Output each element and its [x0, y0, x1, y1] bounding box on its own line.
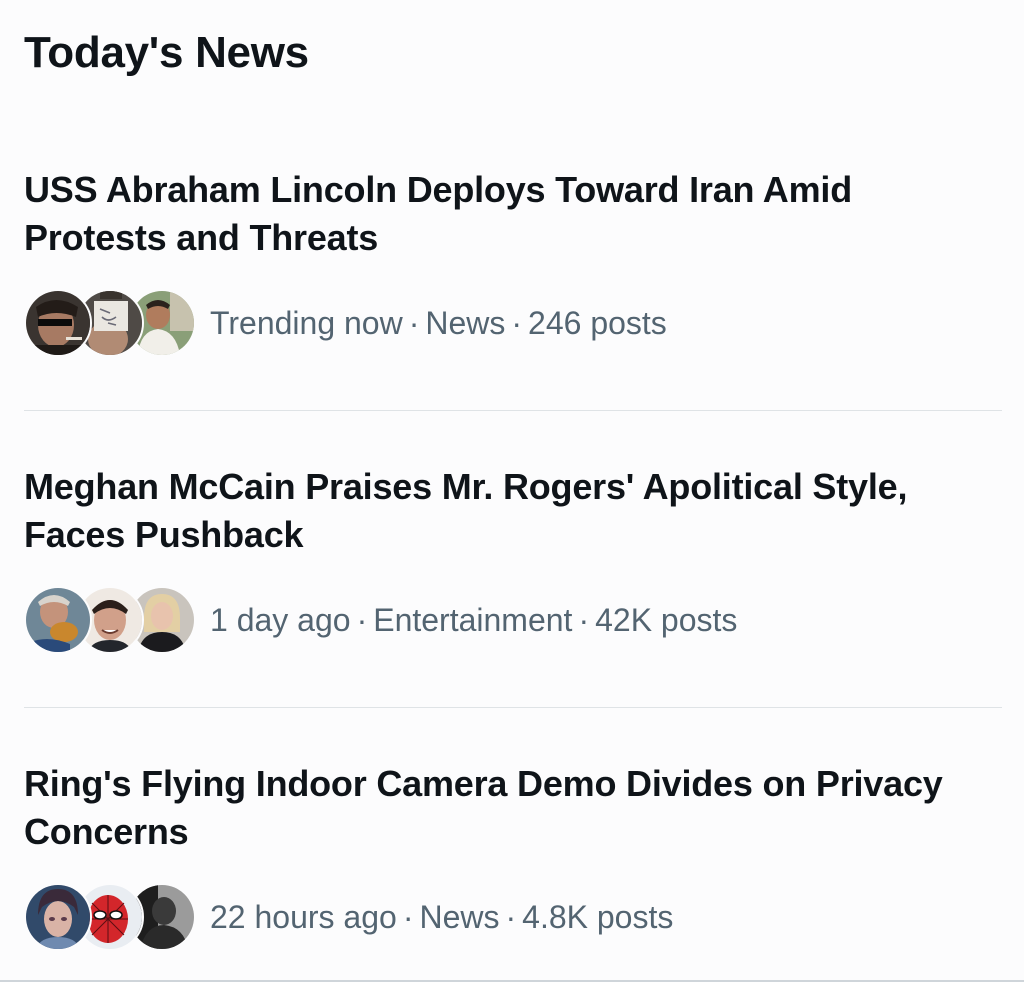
meta-separator: · — [505, 899, 517, 935]
avatar-man-eating — [24, 586, 92, 654]
news-story-1[interactable]: USS Abraham Lincoln Deploys Toward Iran … — [0, 0, 1024, 357]
avatar-man-sunglasses — [24, 289, 92, 357]
story-post-count: 4.8K posts — [522, 899, 674, 935]
story-headline[interactable]: Meghan McCain Praises Mr. Rogers' Apolit… — [24, 463, 984, 559]
avatar-anime-character — [24, 883, 92, 951]
story-time: 22 hours ago — [210, 899, 397, 935]
story-headline[interactable]: USS Abraham Lincoln Deploys Toward Iran … — [24, 166, 984, 262]
avatar-stack — [24, 584, 196, 656]
meta-separator: · — [402, 899, 414, 935]
story-meta: 22 hours ago · News · 4.8K posts — [210, 897, 673, 937]
story-meta-row: 22 hours ago · News · 4.8K posts — [24, 881, 673, 953]
avatar-stack — [24, 881, 196, 953]
story-headline[interactable]: Ring's Flying Indoor Camera Demo Divides… — [24, 760, 984, 856]
story-category: News — [419, 899, 500, 935]
avatar-stack — [24, 287, 196, 359]
